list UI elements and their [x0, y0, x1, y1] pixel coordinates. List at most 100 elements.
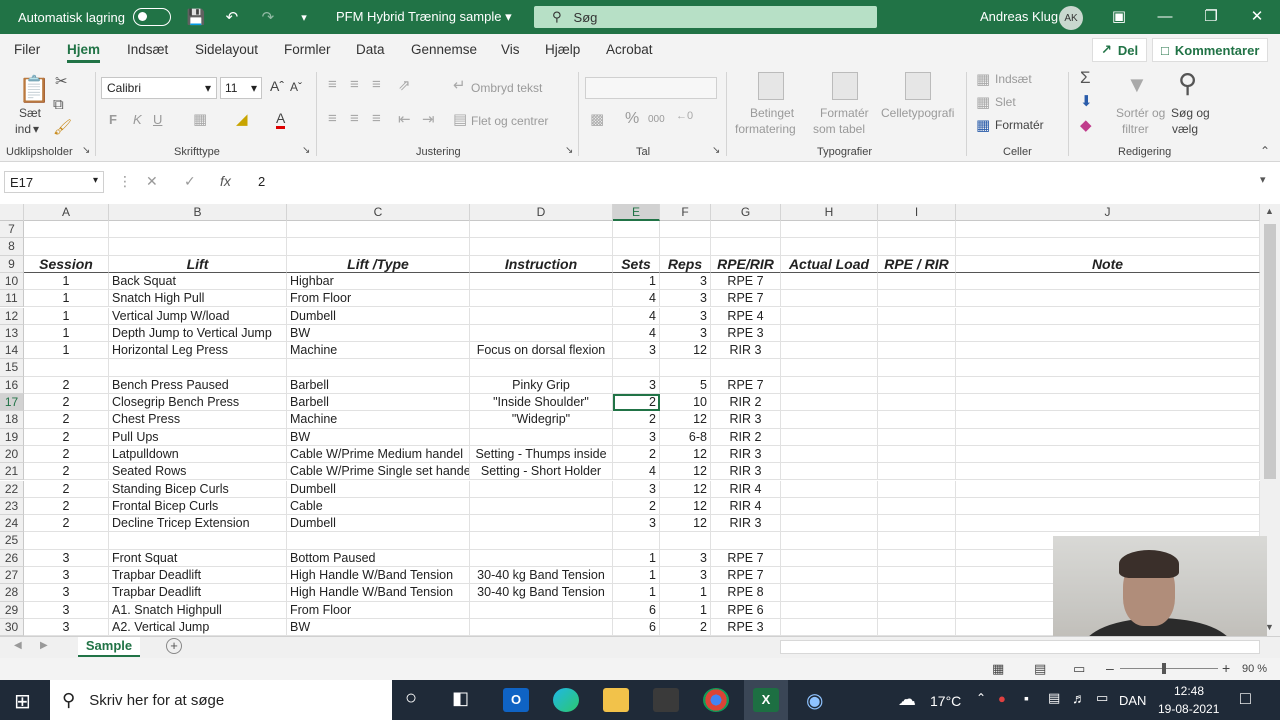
row-header[interactable]: 23 [0, 497, 24, 516]
cell-empty[interactable] [878, 428, 956, 446]
cell-session[interactable]: 2 [24, 428, 109, 446]
cell-reps[interactable]: 3 [660, 567, 711, 585]
cell-lift[interactable]: Latpulldown [109, 445, 287, 464]
delete-cells-button[interactable]: Slet [995, 95, 1016, 109]
cell-rpe[interactable]: RPE 7 [711, 290, 781, 308]
tab-acrobat[interactable]: Acrobat [606, 42, 653, 57]
cell-empty[interactable] [878, 238, 956, 256]
row-header[interactable]: 15 [0, 359, 24, 377]
cell-sets[interactable]: 4 [613, 290, 660, 308]
cell-empty[interactable] [878, 618, 956, 637]
cell-empty[interactable] [781, 567, 878, 585]
cell-reps[interactable]: 12 [660, 445, 711, 464]
grow-font-icon[interactable]: Aˆ [270, 78, 284, 94]
column-title-session[interactable]: Session [24, 255, 109, 273]
cell-instr[interactable]: "Widegrip" [470, 411, 613, 429]
underline-icon[interactable]: U [153, 112, 162, 127]
cell-empty[interactable] [956, 376, 1260, 394]
shrink-font-icon[interactable]: Aˇ [290, 80, 302, 94]
cell-empty[interactable] [878, 532, 956, 550]
cell-sets[interactable] [613, 532, 660, 550]
column-header-d[interactable]: D [470, 204, 613, 221]
column-title-rpe-rir[interactable]: RPE/RIR [711, 255, 781, 273]
column-header-b[interactable]: B [109, 204, 287, 221]
row-header[interactable]: 29 [0, 601, 24, 619]
cell-empty[interactable] [781, 376, 878, 394]
row-header[interactable]: 25 [0, 532, 24, 550]
orientation-icon[interactable]: ⇗ [398, 76, 411, 94]
temperature[interactable]: 17°C [930, 693, 961, 709]
delete-cells-icon[interactable]: ▦ [976, 93, 990, 111]
clock-time[interactable]: 12:48 [1174, 684, 1204, 698]
cell-type[interactable]: Cable W/Prime Single set handel [287, 463, 470, 481]
task-view-icon[interactable]: ◧ [452, 688, 469, 709]
paste-icon[interactable]: 📋 [18, 74, 50, 105]
cell-instr[interactable] [470, 497, 613, 516]
cell-reps[interactable]: 12 [660, 480, 711, 498]
font-launcher-icon[interactable]: ↘ [302, 145, 310, 156]
cell-instr[interactable]: 30-40 kg Band Tension [470, 567, 613, 585]
cell-instr[interactable]: 30-40 kg Band Tension [470, 584, 613, 602]
row-header[interactable]: 12 [0, 307, 24, 325]
scroll-thumb[interactable] [1264, 224, 1276, 479]
tab-home[interactable]: Hjem [67, 42, 101, 63]
cell-empty[interactable] [956, 342, 1260, 360]
cell-empty[interactable] [781, 411, 878, 429]
cell-lift[interactable]: Vertical Jump W/load [109, 307, 287, 325]
cell-instr[interactable] [470, 532, 613, 550]
row-header[interactable]: 20 [0, 445, 24, 464]
cell-type[interactable]: Barbell [287, 376, 470, 394]
format-cells-button[interactable]: Formatér [995, 118, 1044, 132]
cell-reps[interactable]: 1 [660, 601, 711, 619]
column-title-rpe-rir2[interactable]: RPE / RIR [878, 255, 956, 273]
cell-rpe[interactable] [711, 532, 781, 550]
cell-lift[interactable]: Chest Press [109, 411, 287, 429]
cell-empty[interactable] [956, 359, 1260, 377]
fill-icon[interactable]: ⬇ [1080, 92, 1093, 110]
cell-type[interactable]: Barbell [287, 394, 470, 412]
row-header[interactable]: 9 [0, 255, 24, 273]
cell-empty[interactable] [956, 394, 1260, 412]
taskbar-search-input[interactable]: ⚲ Skriv her for at søge [50, 680, 392, 720]
cell-reps[interactable]: 3 [660, 272, 711, 291]
normal-view-icon[interactable]: ▦ [992, 661, 1004, 677]
cell-reps[interactable] [660, 532, 711, 550]
cell-lift[interactable]: Trapbar Deadlift [109, 584, 287, 602]
cell-rpe[interactable]: RPE 7 [711, 376, 781, 394]
user-name[interactable]: Andreas Klug [980, 9, 1058, 24]
redo-icon[interactable]: ↷ [257, 8, 279, 26]
cell-empty[interactable] [878, 480, 956, 498]
wrap-text-button[interactable]: Ombryd tekst [471, 81, 542, 95]
column-header-g[interactable]: G [711, 204, 781, 221]
cell-lift[interactable]: Depth Jump to Vertical Jump [109, 324, 287, 343]
cell-session[interactable]: 3 [24, 601, 109, 619]
network-icon[interactable]: ▤ [1048, 690, 1060, 706]
cell-sets[interactable] [613, 359, 660, 377]
cell-session[interactable]: 2 [24, 515, 109, 533]
insert-function-icon[interactable]: fx [220, 173, 231, 189]
sort-filter-label[interactable]: Sortér og [1116, 106, 1165, 120]
cell-lift[interactable]: Horizontal Leg Press [109, 342, 287, 360]
cell-empty[interactable] [781, 428, 878, 446]
cell-empty[interactable] [109, 238, 287, 256]
cell-empty[interactable] [878, 324, 956, 343]
find-select-label[interactable]: Søg og [1171, 106, 1210, 120]
select-all-corner[interactable] [0, 204, 24, 221]
cell-sets[interactable]: 3 [613, 480, 660, 498]
clock-date[interactable]: 19-08-2021 [1158, 702, 1219, 716]
tab-review[interactable]: Gennemse [411, 42, 477, 57]
cell-empty[interactable] [956, 290, 1260, 308]
cell-rpe[interactable] [711, 359, 781, 377]
row-header[interactable]: 24 [0, 515, 24, 533]
decrease-indent-icon[interactable]: ⇤ [398, 110, 411, 128]
cortana-icon[interactable]: ○ [405, 687, 417, 710]
more-icon[interactable]: ⋮ [118, 173, 132, 190]
column-title-sets[interactable]: Sets [613, 255, 660, 273]
cell-instr[interactable] [470, 515, 613, 533]
tab-formulas[interactable]: Formler [284, 42, 331, 57]
cell-lift[interactable]: Back Squat [109, 272, 287, 291]
align-bottom-icon[interactable]: ≡ [372, 76, 381, 93]
cell-sets[interactable]: 1 [613, 272, 660, 291]
cell-empty[interactable] [878, 307, 956, 325]
cell-empty[interactable] [781, 238, 878, 256]
